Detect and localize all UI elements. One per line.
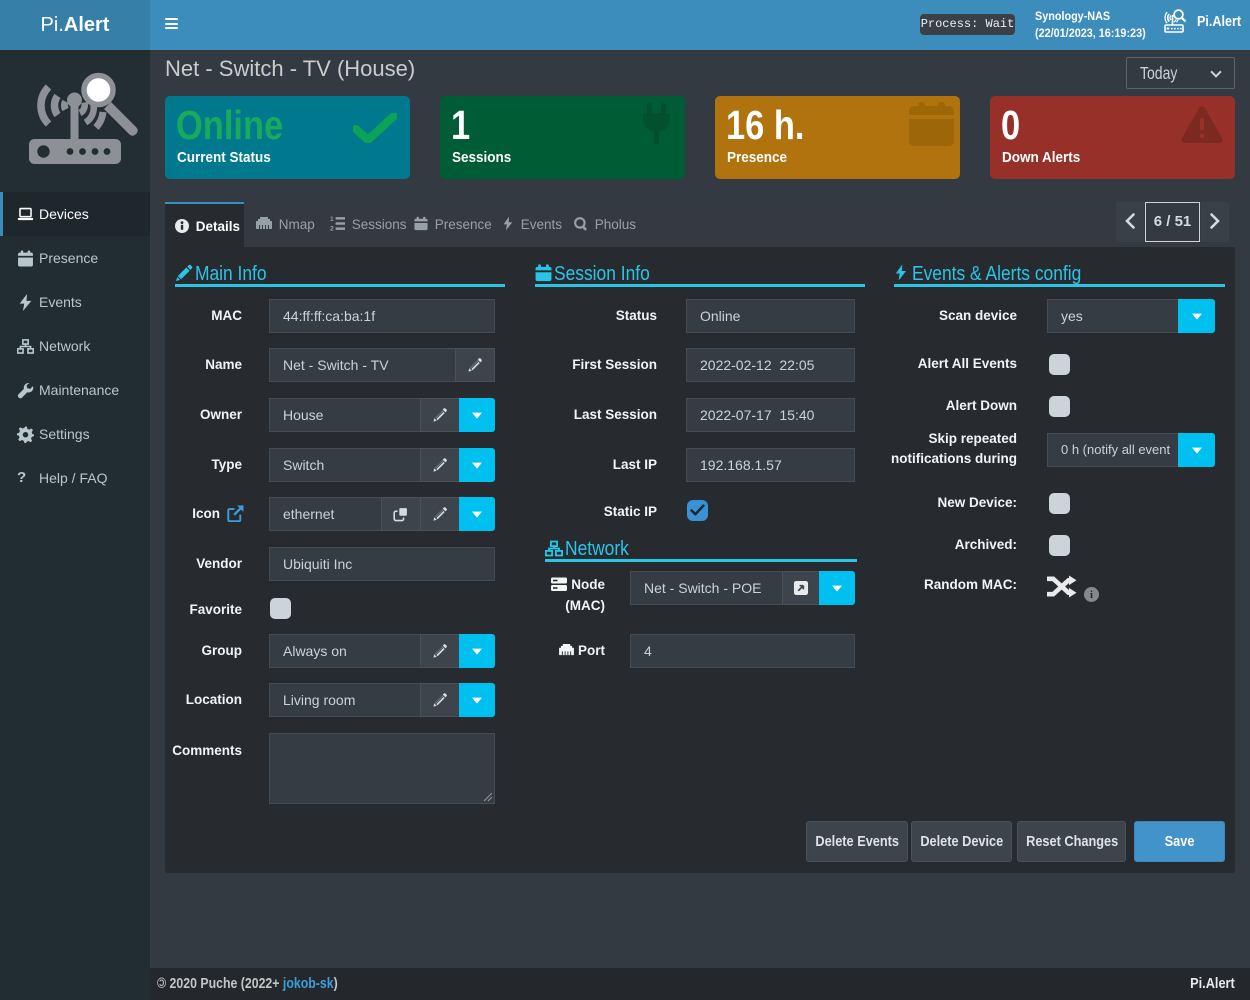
svg-text:2: 2 — [330, 225, 334, 231]
svg-text:1: 1 — [330, 216, 334, 223]
